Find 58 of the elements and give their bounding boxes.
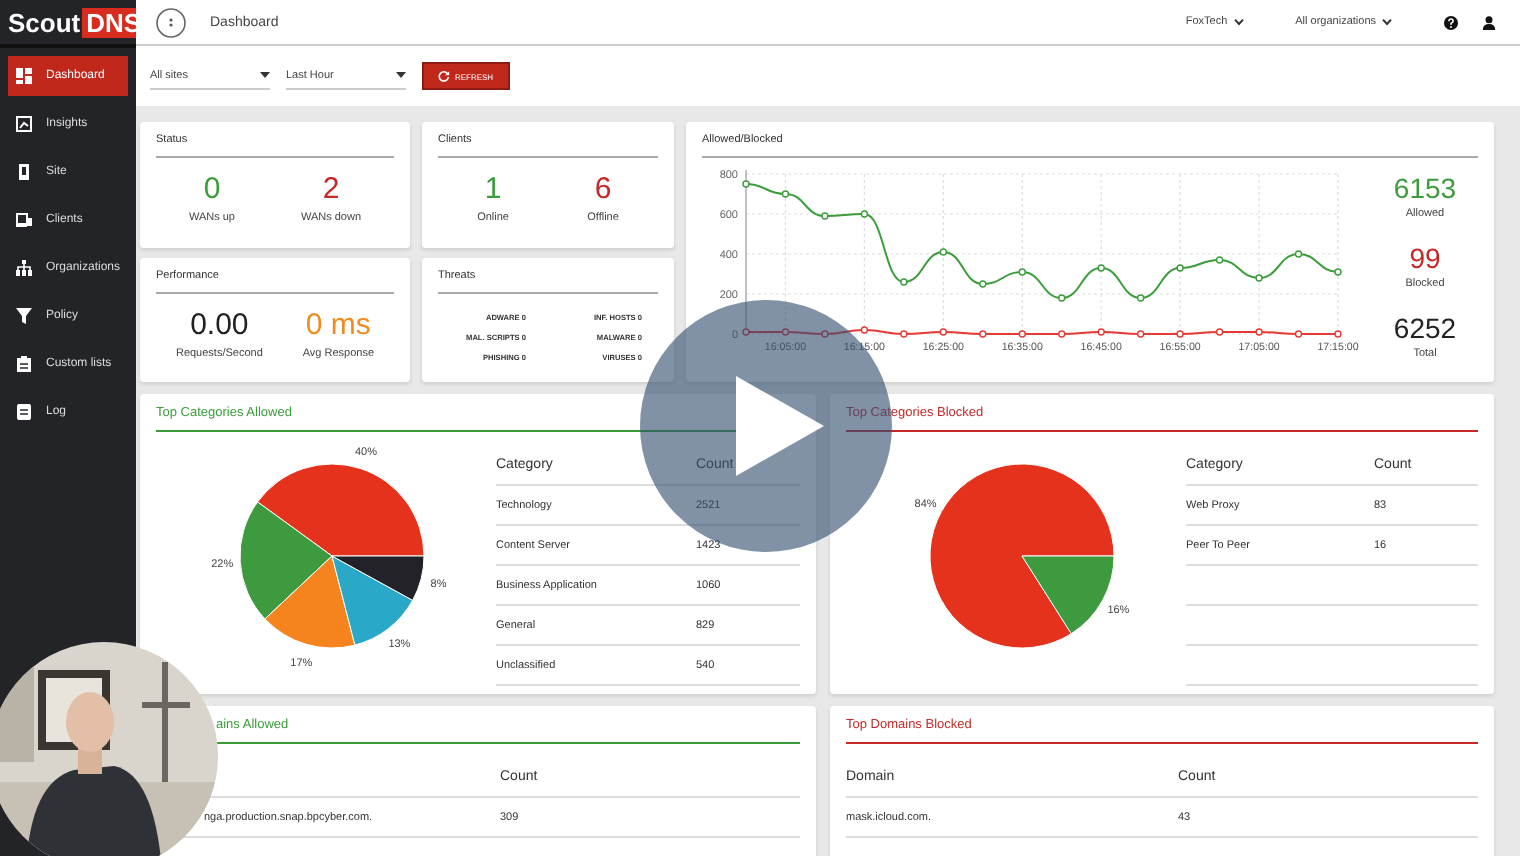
- total-value: 99: [1409, 241, 1441, 274]
- dots-icon: [156, 7, 186, 37]
- data-point: [1136, 330, 1145, 338]
- help-icon[interactable]: [1444, 15, 1458, 29]
- data-point: [860, 326, 869, 334]
- refresh-icon: [438, 70, 451, 82]
- devices-icon: [16, 212, 32, 228]
- hierarchy-icon: [16, 260, 32, 276]
- stat-value: 6: [594, 172, 612, 207]
- stat-value: 0.00: [190, 307, 249, 342]
- total-value: 6252: [1393, 311, 1457, 344]
- chevron-icon: [1233, 18, 1244, 26]
- data-point: [1255, 328, 1263, 336]
- data-point: [979, 330, 987, 338]
- stat-value: 2: [322, 172, 340, 207]
- data-point: [939, 248, 948, 256]
- data-point: [939, 328, 948, 336]
- chart-icon: [16, 116, 32, 132]
- clipboard-icon: [16, 356, 32, 372]
- data-point: [742, 180, 750, 188]
- caret-icon: [260, 72, 270, 78]
- document-icon: [16, 404, 32, 420]
- data-point: [979, 280, 987, 288]
- data-point: [1018, 268, 1026, 276]
- data-point: [1294, 250, 1303, 258]
- caret-icon: [396, 72, 406, 78]
- data-point: [1294, 330, 1303, 338]
- data-point: [900, 330, 908, 338]
- stat-value: 1: [484, 172, 502, 207]
- data-point: [781, 328, 790, 336]
- data-point: [1018, 330, 1026, 338]
- funnel-icon: [16, 308, 32, 324]
- data-point: [1255, 274, 1263, 282]
- data-point: [742, 328, 750, 336]
- data-point: [821, 212, 829, 220]
- data-point: [1058, 294, 1066, 302]
- data-point: [1097, 328, 1105, 336]
- user-icon[interactable]: [1482, 15, 1496, 29]
- total-value: 6153: [1393, 172, 1457, 205]
- data-point: [1215, 328, 1224, 336]
- data-point: [1176, 330, 1184, 338]
- data-point: [1097, 264, 1105, 272]
- data-point: [1215, 256, 1224, 264]
- stat-value: 0: [203, 172, 221, 207]
- data-point: [860, 210, 869, 218]
- data-point: [1334, 330, 1342, 338]
- data-point: [900, 278, 908, 286]
- grid-icon: [16, 68, 32, 84]
- data-point: [781, 190, 790, 198]
- building-icon: [16, 164, 32, 180]
- data-point: [1058, 330, 1066, 338]
- chevron-icon: [1382, 18, 1392, 26]
- data-point: [1176, 264, 1184, 272]
- logo-text: Scout: [8, 7, 81, 37]
- data-point: [1136, 294, 1145, 302]
- data-point: [821, 330, 829, 338]
- data-point: [1334, 268, 1342, 276]
- stat-value: 0 ms: [305, 307, 371, 342]
